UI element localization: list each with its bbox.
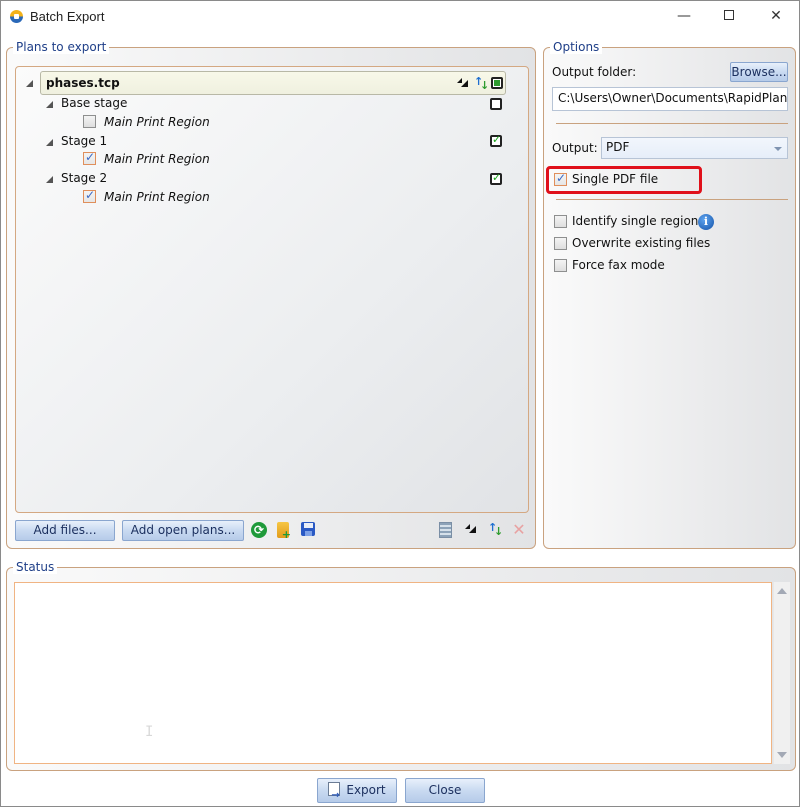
root-checkbox[interactable] bbox=[491, 77, 503, 89]
title-bar: Batch Export — ✕ bbox=[1, 1, 799, 32]
window-title: Batch Export bbox=[30, 9, 105, 24]
expand-stage-icon[interactable] bbox=[46, 176, 53, 183]
browse-button[interactable]: Browse... bbox=[730, 62, 788, 82]
plans-tree[interactable]: phases.tcp ↑ ↓ Base stage Main Print Regi… bbox=[15, 66, 529, 513]
region-label: Main Print Region bbox=[104, 152, 210, 166]
output-format-value: PDF bbox=[606, 140, 630, 154]
stage-label[interactable]: Base stage bbox=[61, 96, 127, 110]
overwrite-existing-checkbox[interactable] bbox=[554, 237, 567, 250]
options-group-label: Options bbox=[550, 40, 603, 54]
plans-to-export-group: Plans to export phases.tcp ↑ ↓ Base stage… bbox=[6, 40, 536, 549]
stage-checkbox[interactable] bbox=[490, 98, 502, 110]
status-group-label: Status bbox=[13, 560, 58, 574]
output-folder-input[interactable]: C:\Users\Owner\Documents\RapidPlan\Pla bbox=[552, 87, 788, 111]
force-fax-checkbox[interactable] bbox=[554, 259, 567, 272]
sort-icon[interactable]: ↑ ↓ bbox=[473, 75, 489, 92]
scroll-up-icon[interactable] bbox=[777, 588, 787, 594]
text-cursor-icon: I bbox=[145, 724, 154, 740]
status-group: Status bbox=[6, 560, 796, 771]
refresh-icon[interactable]: ⟳ bbox=[251, 522, 267, 538]
status-scrollbar[interactable] bbox=[773, 582, 790, 764]
export-label: Export bbox=[346, 783, 386, 797]
sort-icon[interactable]: ↑ ↓ bbox=[487, 521, 503, 538]
tree-root-phases[interactable]: phases.tcp ↑ ↓ bbox=[40, 71, 506, 95]
stage-checkbox[interactable] bbox=[490, 171, 502, 185]
region-label: Main Print Region bbox=[104, 115, 210, 129]
chevron-down-icon bbox=[774, 147, 782, 151]
delete-icon[interactable]: ✕ bbox=[511, 522, 527, 538]
add-open-plans-button[interactable]: Add open plans... bbox=[122, 520, 244, 541]
stage-label[interactable]: Stage 2 bbox=[61, 171, 107, 185]
single-pdf-checkbox[interactable] bbox=[554, 171, 567, 186]
batch-export-window: Batch Export — ✕ Plans to export phases.… bbox=[0, 0, 800, 807]
status-textarea[interactable] bbox=[14, 582, 772, 764]
expand-root-icon[interactable] bbox=[26, 80, 33, 87]
export-button[interactable]: Export bbox=[317, 778, 397, 807]
maximize-button[interactable] bbox=[706, 1, 752, 32]
add-files-button[interactable]: Add files... bbox=[15, 520, 115, 541]
expand-stage-icon[interactable] bbox=[46, 139, 53, 146]
grid-icon[interactable] bbox=[439, 522, 452, 538]
output-format-select[interactable]: PDF bbox=[601, 137, 788, 159]
collapse-all-icon[interactable] bbox=[465, 524, 476, 533]
output-label: Output: bbox=[552, 141, 598, 155]
single-pdf-label[interactable]: Single PDF file bbox=[572, 172, 658, 186]
region-checkbox[interactable] bbox=[83, 115, 96, 128]
identify-single-regions-checkbox[interactable] bbox=[554, 215, 567, 228]
overwrite-existing-label[interactable]: Overwrite existing files bbox=[572, 236, 710, 250]
export-icon bbox=[328, 782, 341, 807]
collapse-icon[interactable] bbox=[457, 78, 468, 87]
region-label: Main Print Region bbox=[104, 190, 210, 204]
expand-stage-icon[interactable] bbox=[46, 101, 53, 108]
close-window-button[interactable]: ✕ bbox=[753, 1, 799, 32]
separator bbox=[556, 123, 788, 124]
close-button[interactable]: Close bbox=[405, 778, 485, 803]
output-folder-label: Output folder: bbox=[552, 65, 637, 79]
force-fax-label[interactable]: Force fax mode bbox=[572, 258, 665, 272]
app-icon bbox=[10, 10, 23, 23]
root-label: phases.tcp bbox=[46, 76, 120, 90]
info-icon[interactable]: i bbox=[698, 214, 714, 230]
plans-group-label: Plans to export bbox=[13, 40, 110, 54]
region-checkbox[interactable] bbox=[83, 188, 96, 203]
options-group: Options Output folder: Browse... C:\User… bbox=[543, 40, 796, 549]
region-checkbox[interactable] bbox=[83, 150, 96, 165]
identify-single-regions-label[interactable]: Identify single regions bbox=[572, 214, 705, 228]
save-icon[interactable] bbox=[301, 522, 315, 536]
scroll-down-icon[interactable] bbox=[777, 752, 787, 758]
stage-label[interactable]: Stage 1 bbox=[61, 134, 107, 148]
maximize-icon bbox=[724, 9, 734, 20]
separator bbox=[556, 199, 788, 200]
stage-checkbox[interactable] bbox=[490, 133, 502, 147]
minimize-button[interactable]: — bbox=[661, 1, 707, 32]
add-folder-icon[interactable] bbox=[277, 522, 291, 541]
